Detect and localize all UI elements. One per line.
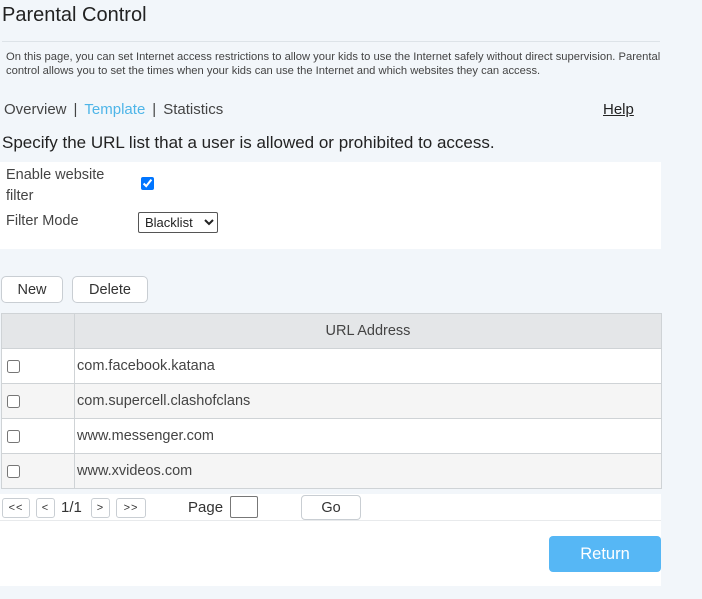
table-header-row: URL Address (1, 313, 662, 349)
page-description: On this page, you can set Internet acces… (6, 51, 661, 77)
nav-separator: | (73, 101, 78, 118)
row-checkbox[interactable] (7, 429, 20, 443)
enable-filter-checkbox[interactable] (141, 177, 154, 190)
delete-button[interactable]: Delete (72, 276, 148, 303)
select-column-header (1, 313, 75, 349)
help-link[interactable]: Help (603, 101, 634, 118)
url-cell: www.xvideos.com (74, 453, 662, 489)
new-button[interactable]: New (1, 276, 63, 303)
last-page-button[interactable]: >> (116, 498, 146, 518)
page-count: 1/1 (61, 499, 82, 516)
return-button[interactable]: Return (549, 536, 661, 572)
table-row: www.xvideos.com (1, 453, 662, 489)
section-instruction: Specify the URL list that a user is allo… (2, 133, 495, 152)
filter-mode-select[interactable]: Blacklist (138, 212, 218, 233)
row-select-cell (1, 348, 75, 384)
url-cell: www.messenger.com (74, 418, 662, 454)
filter-settings-panel: Enable website filter Filter Mode Blackl… (0, 162, 661, 249)
go-button[interactable]: Go (301, 495, 361, 520)
url-cell: com.supercell.clashofclans (74, 383, 662, 419)
tab-overview[interactable]: Overview (4, 101, 67, 118)
page-title: Parental Control (2, 4, 147, 26)
url-table: URL Address com.facebook.katana com.supe… (1, 313, 662, 489)
url-column-header: URL Address (74, 313, 662, 349)
first-page-button[interactable]: << (2, 498, 30, 518)
row-select-cell (1, 383, 75, 419)
page-number-input[interactable] (230, 496, 258, 518)
row-checkbox[interactable] (7, 394, 20, 408)
row-checkbox[interactable] (7, 464, 20, 478)
tab-statistics[interactable]: Statistics (163, 101, 223, 118)
template-nav: Overview | Template | Statistics (4, 101, 223, 118)
row-select-cell (1, 418, 75, 454)
pagination-panel: << < 1/1 > >> Page Go Return (0, 494, 661, 586)
pager-divider (0, 520, 661, 521)
title-divider (2, 41, 660, 42)
url-cell: com.facebook.katana (74, 348, 662, 384)
next-page-button[interactable]: > (91, 498, 110, 518)
table-row: com.supercell.clashofclans (1, 383, 662, 419)
page-label: Page (188, 499, 224, 516)
row-checkbox[interactable] (7, 359, 20, 373)
nav-separator: | (152, 101, 157, 118)
tab-template[interactable]: Template (84, 101, 145, 118)
prev-page-button[interactable]: < (36, 498, 55, 518)
filter-mode-label: Filter Mode (6, 213, 79, 229)
table-row: com.facebook.katana (1, 348, 662, 384)
enable-filter-label: Enable website filter (6, 167, 105, 204)
table-row: www.messenger.com (1, 418, 662, 454)
row-select-cell (1, 453, 75, 489)
